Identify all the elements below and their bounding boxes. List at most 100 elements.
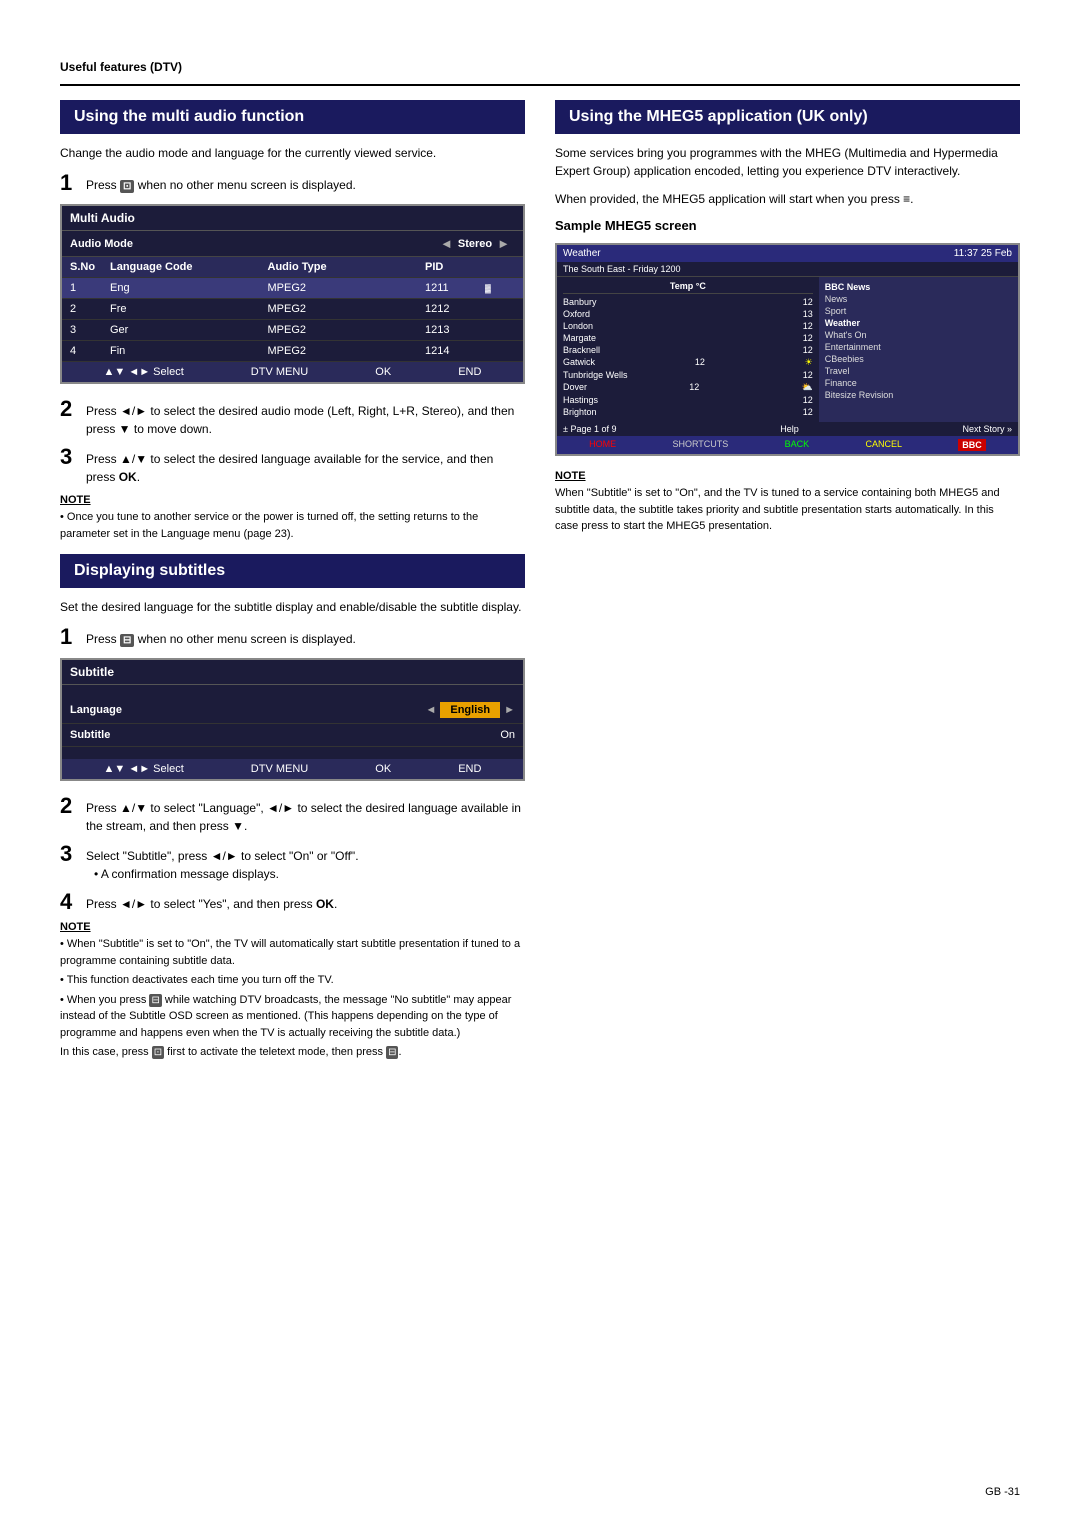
step-text-s3: Select "Subtitle", press ◄/► to select "… (86, 843, 359, 883)
osd-footer-select: ▲▼ ◄► Select (104, 366, 184, 378)
mheg5-footer-home: HOME (589, 439, 616, 451)
mheg5-data-hastings: Hastings12 (563, 394, 813, 406)
mheg5-data-london: London12 (563, 320, 813, 332)
sub-osd-arrow-right: ► (504, 704, 515, 716)
step-num-1: 1 (60, 172, 78, 194)
osd-footer-end: END (458, 366, 481, 378)
mheg5-menu-whatson: What's On (825, 329, 1012, 341)
mheg5-menu-cbeebies: CBeebies (825, 353, 1012, 365)
sub-osd-footer-ok: OK (375, 763, 391, 775)
step-text-s1: Press ⊟ when no other menu screen is dis… (86, 626, 356, 648)
weather-icon-cloud: ⛅ (802, 382, 813, 393)
sub-osd-row-subtitle: Subtitle On (62, 724, 523, 747)
note-label-s: NOTE (60, 921, 525, 933)
sub-osd-footer-end: END (458, 763, 481, 775)
osd-row-3: 3 Ger MPEG2 1213 (62, 320, 523, 341)
mheg5-header-left: Weather (563, 248, 601, 259)
section-subtitles: Displaying subtitles Set the desired lan… (60, 554, 525, 1061)
osd-col-lang-header: Language Code (110, 261, 268, 273)
mheg5-screen: Weather 11:37 25 Feb The South East - Fr… (555, 243, 1020, 456)
sub-osd-footer: ▲▼ ◄► Select DTV MENU OK END (62, 759, 523, 779)
mheg5-left-panel: Temp °C Banbury12 Oxford13 London12 Marg… (557, 277, 819, 422)
step-2-subtitles: 2 Press ▲/▼ to select "Language", ◄/► to… (60, 795, 525, 835)
mheg5-menu-travel: Travel (825, 365, 1012, 377)
note-text-s: • When "Subtitle" is set to "On", the TV… (60, 936, 525, 1061)
step-1-multi-audio: 1 Press ⊡ when no other menu screen is d… (60, 172, 525, 194)
weather-icon-sun: ☀ (805, 357, 813, 368)
mheg5-menu-entertainment: Entertainment (825, 341, 1012, 353)
mheg5-col-header: Temp °C (563, 281, 813, 294)
mheg5-data-dover: Dover12⛅ (563, 381, 813, 394)
mheg5-help: Help (780, 424, 799, 434)
mheg5-subheader: The South East - Friday 1200 (557, 262, 1018, 277)
step-text-3: Press ▲/▼ to select the desired language… (86, 446, 525, 486)
osd-col-sno-header: S.No (70, 261, 110, 273)
section-multi-audio-intro: Change the audio mode and language for t… (60, 144, 525, 162)
section-subtitles-title: Displaying subtitles (60, 554, 525, 588)
mheg5-data-margate: Margate12 (563, 332, 813, 344)
sub-osd-label-language: Language (70, 704, 122, 716)
sample-mheg5-label: Sample MHEG5 screen (555, 218, 1020, 233)
osd-table-header: S.No Language Code Audio Type PID (62, 257, 523, 278)
mheg5-right-panel: BBC News News Sport Weather What's On En… (819, 277, 1018, 422)
mheg5-data-gatwick: Gatwick12☀ (563, 356, 813, 369)
mheg5-next-story: Next Story » (962, 424, 1012, 434)
mheg5-menu-weather: Weather (825, 317, 1012, 329)
osd-footer: ▲▼ ◄► Select DTV MENU OK END (62, 362, 523, 382)
step-text-s2: Press ▲/▼ to select "Language", ◄/► to s… (86, 795, 525, 835)
mheg5-menu-sport: Sport (825, 305, 1012, 317)
step-3-subtitles: 3 Select "Subtitle", press ◄/► to select… (60, 843, 525, 883)
step-num-s4: 4 (60, 891, 78, 913)
mheg5-footer-bbc: BBC (958, 439, 986, 451)
section-mheg5: Using the MHEG5 application (UK only) So… (555, 100, 1020, 535)
section-multi-audio-title: Using the multi audio function (60, 100, 525, 134)
mheg5-data-banbury: Banbury12 (563, 296, 813, 308)
step-num-s2: 2 (60, 795, 78, 817)
section-subtitles-intro: Set the desired language for the subtitl… (60, 598, 525, 616)
right-column: Using the MHEG5 application (UK only) So… (555, 100, 1020, 1073)
mheg5-header: Weather 11:37 25 Feb (557, 245, 1018, 262)
mheg5-pageinfo-bar: ± Page 1 of 9 Help Next Story » (557, 422, 1018, 436)
osd-row-1: 1 Eng MPEG2 1211 ▓ (62, 278, 523, 299)
osd-arrow-left: ◄ (440, 236, 453, 251)
osd-subtitle: Subtitle Language ◄ English ► Subtitle O… (60, 658, 525, 781)
step-2-multi-audio: 2 Press ◄/► to select the desired audio … (60, 398, 525, 438)
osd-row-2: 2 Fre MPEG2 1212 (62, 299, 523, 320)
step-num-2: 2 (60, 398, 78, 420)
step-4-subtitles: 4 Press ◄/► to select "Yes", and then pr… (60, 891, 525, 913)
sub-osd-value-language: English (440, 702, 500, 718)
section-multi-audio: Using the multi audio function Change th… (60, 100, 525, 542)
step-text-s4: Press ◄/► to select "Yes", and then pres… (86, 891, 337, 913)
mheg5-header-right: 11:37 25 Feb (954, 248, 1012, 259)
mheg5-menu-finance: Finance (825, 377, 1012, 389)
osd-footer-dtv: DTV MENU (251, 366, 308, 378)
note-mheg5: NOTE When "Subtitle" is set to "On", and… (555, 470, 1020, 535)
mheg5-data-bracknell: Bracknell12 (563, 344, 813, 356)
section-mheg5-title: Using the MHEG5 application (UK only) (555, 100, 1020, 134)
osd-col-pid-header: PID (425, 261, 485, 273)
section-mheg5-intro2: When provided, the MHEG5 application wil… (555, 190, 1020, 208)
note-text-1: • Once you tune to another service or th… (60, 509, 525, 542)
mheg5-data-tunbridge: Tunbridge Wells12 (563, 369, 813, 381)
mheg5-footer-shortcuts: SHORTCUTS (672, 439, 728, 451)
left-column: Using the multi audio function Change th… (60, 100, 525, 1073)
mheg5-footer: HOME SHORTCUTS BACK CANCEL BBC (557, 436, 1018, 454)
sub-osd-footer-select: ▲▼ ◄► Select (104, 763, 184, 775)
sub-osd-footer-dtv: DTV MENU (251, 763, 308, 775)
osd-row-4: 4 Fin MPEG2 1214 (62, 341, 523, 362)
mheg5-menu-bitesize: Bitesize Revision (825, 389, 1012, 401)
osd-arrow-right: ► (497, 236, 510, 251)
mheg5-footer-cancel: CANCEL (865, 439, 902, 451)
osd-audio-mode-row: Audio Mode ◄ Stereo ► (62, 231, 523, 257)
step-num-s3: 3 (60, 843, 78, 865)
mheg5-menu-bbc-news: BBC News (825, 281, 1012, 293)
sub-osd-row-language: Language ◄ English ► (62, 697, 523, 724)
osd-title: Multi Audio (62, 206, 523, 231)
mheg5-menu-news: News (825, 293, 1012, 305)
mheg5-body: Temp °C Banbury12 Oxford13 London12 Marg… (557, 277, 1018, 422)
step-1-subtitles: 1 Press ⊟ when no other menu screen is d… (60, 626, 525, 648)
note-subtitles: NOTE • When "Subtitle" is set to "On", t… (60, 921, 525, 1061)
note-label-1: NOTE (60, 494, 525, 506)
sub-osd-arrow-left: ◄ (425, 704, 436, 716)
page-footer: GB -31 (985, 1486, 1020, 1498)
